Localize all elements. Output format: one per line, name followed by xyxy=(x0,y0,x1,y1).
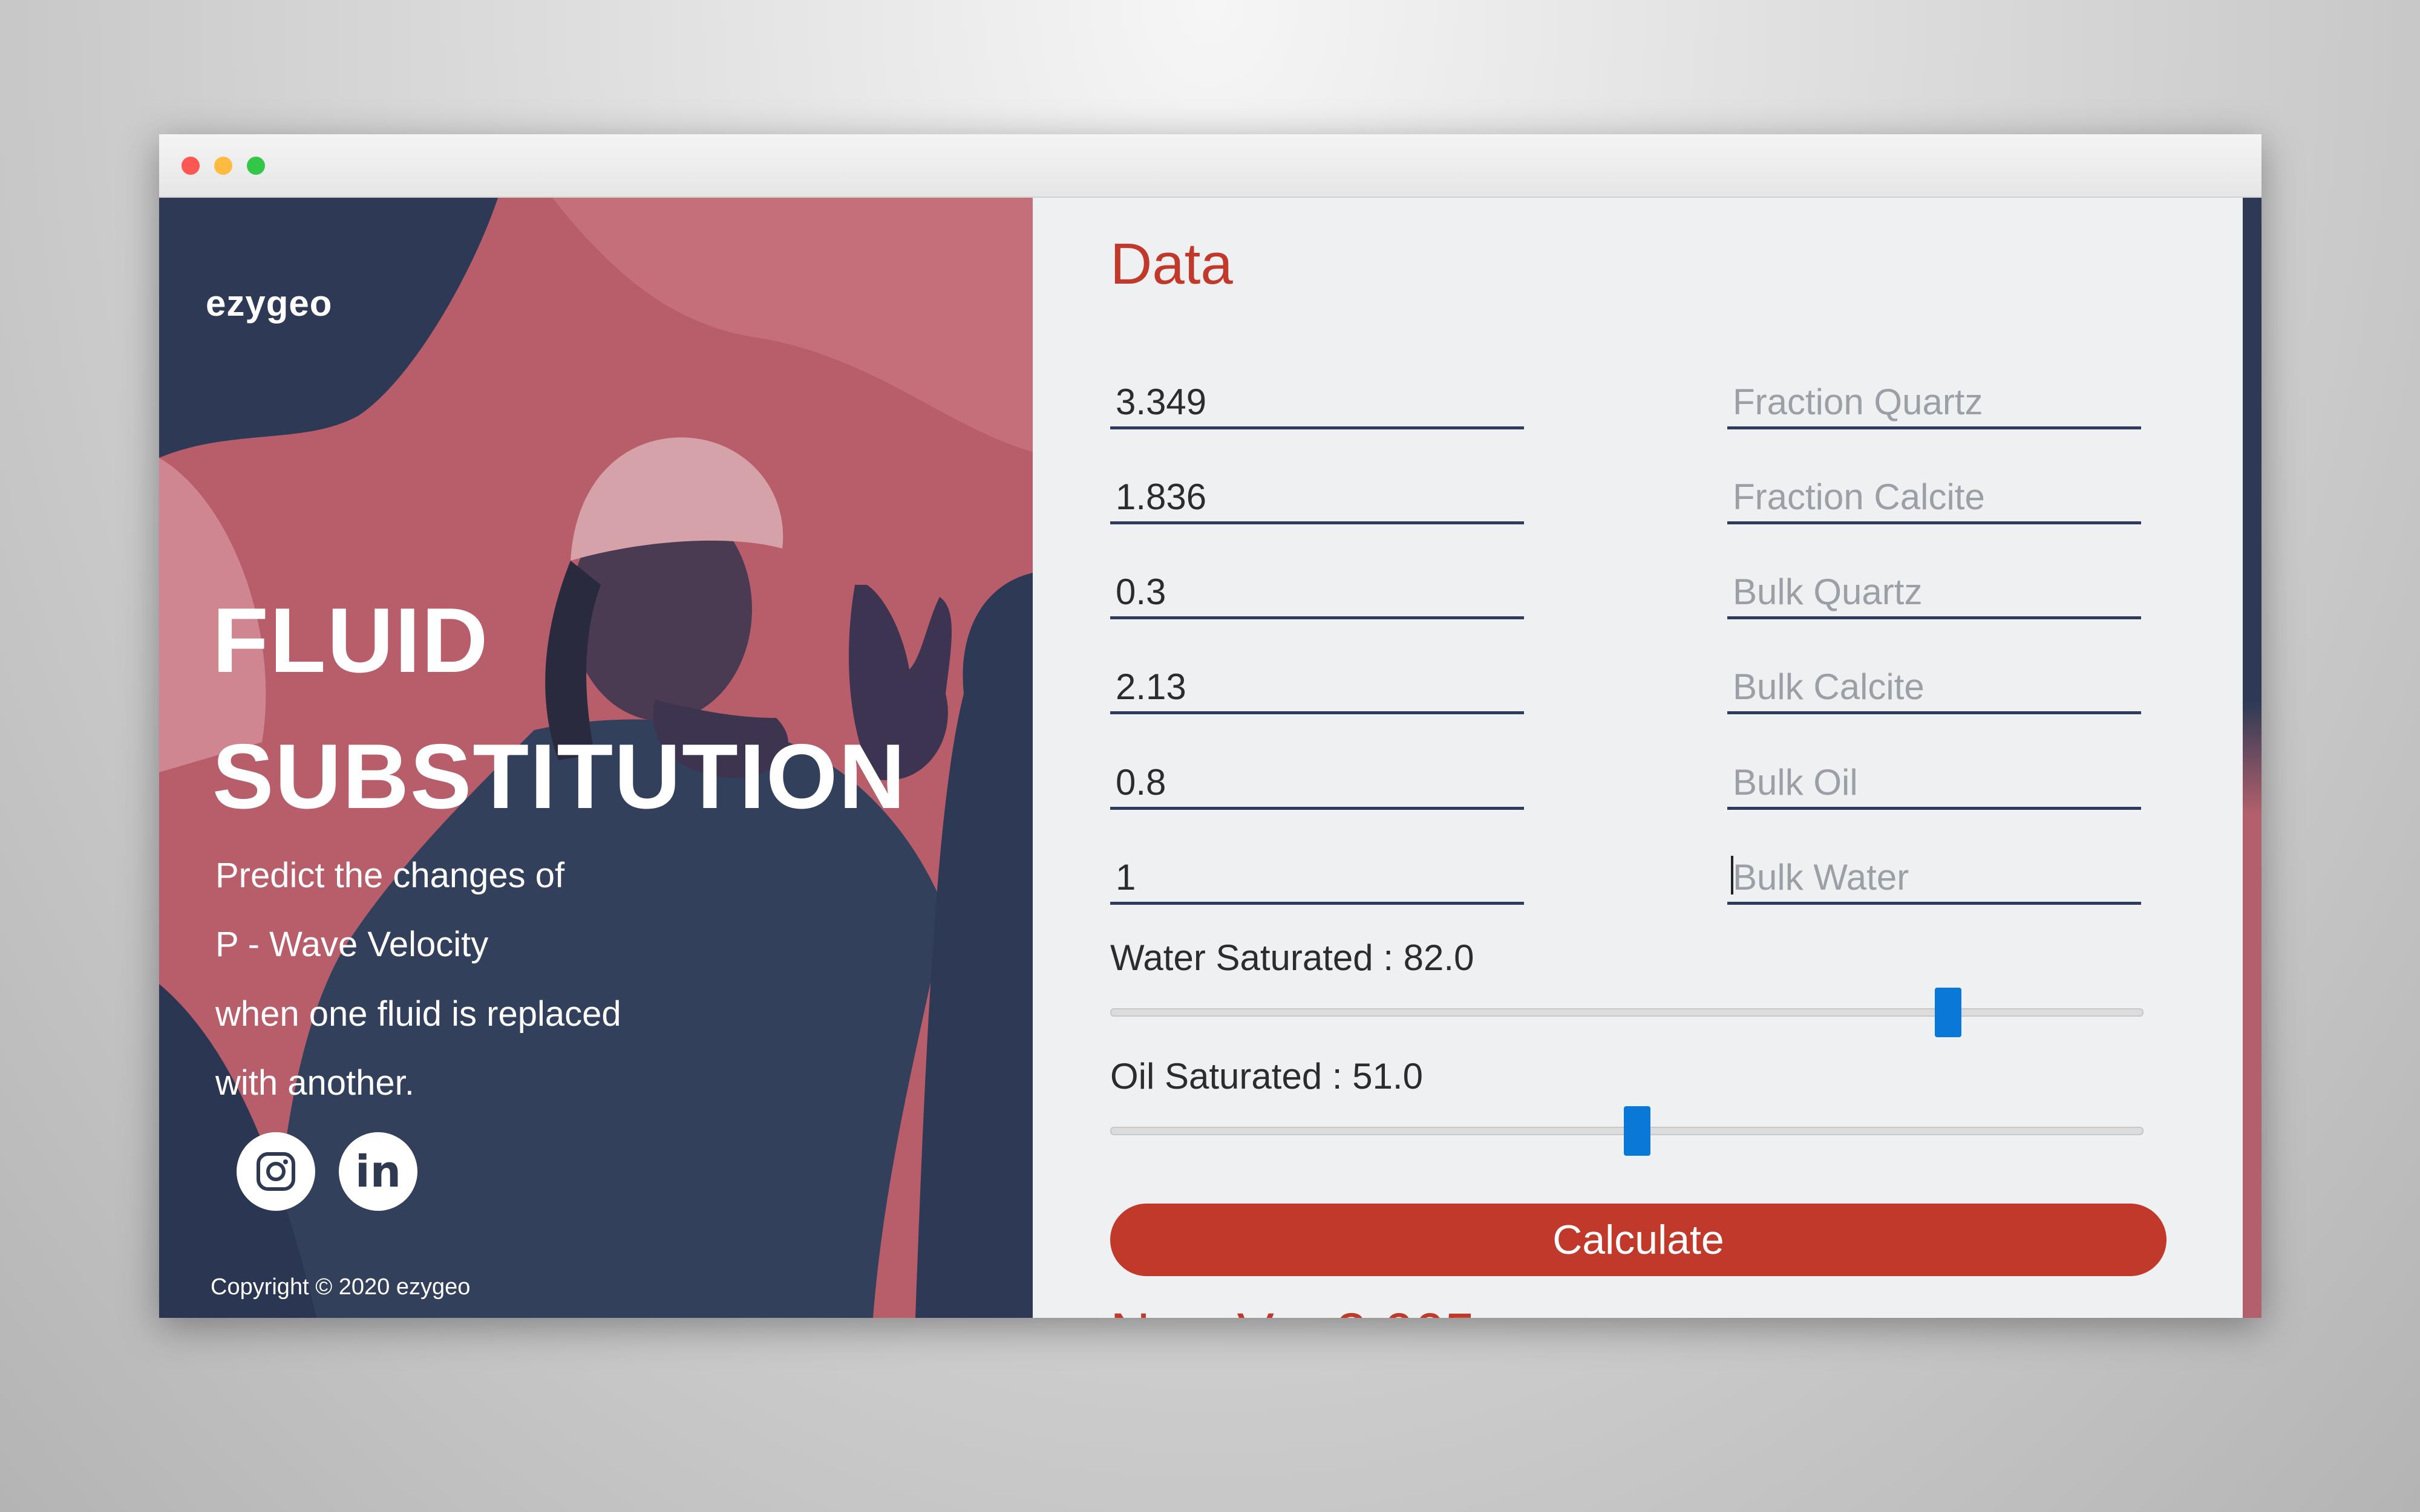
hero-title-line1: FLUID xyxy=(212,589,489,692)
slider-thumb[interactable] xyxy=(1623,1106,1650,1156)
window-edge-strip xyxy=(2243,198,2261,1318)
bulk-quartz-input[interactable]: Bulk Quartz xyxy=(1727,558,2141,619)
app-window: ezygeo FLUID SUBSTITUTION Predict the ch… xyxy=(159,134,2261,1318)
instagram-icon xyxy=(257,1152,295,1191)
water-saturated-slider[interactable] xyxy=(1110,988,2144,1037)
oil-saturated-slider[interactable] xyxy=(1110,1106,2144,1156)
bulk-oil-input[interactable]: Bulk Oil xyxy=(1727,749,2141,810)
fraction-calcite-input[interactable]: Fraction Calcite xyxy=(1727,463,2141,524)
result-text: New Vp: 3.665 xyxy=(1110,1302,1475,1318)
data-form-panel: Data 3.349 1.836 0.3 2.13 0.8 1 Fraction… xyxy=(1033,198,2243,1318)
input-field-3[interactable]: 0.3 xyxy=(1110,558,1524,619)
input-value: 0.3 xyxy=(1116,572,1166,612)
input-value: 2.13 xyxy=(1116,666,1186,707)
hero-title-line2: SUBSTITUTION xyxy=(212,725,907,828)
fraction-quartz-input[interactable]: Fraction Quartz xyxy=(1727,368,2141,429)
input-placeholder: Bulk Water xyxy=(1733,857,1909,898)
instagram-button[interactable] xyxy=(237,1132,315,1211)
form-title: Data xyxy=(1110,232,1233,296)
hero-tagline-line4: with another. xyxy=(215,1063,414,1103)
input-field-4[interactable]: 2.13 xyxy=(1110,653,1524,714)
input-field-1[interactable]: 3.349 xyxy=(1110,368,1524,429)
maximize-window-button[interactable] xyxy=(247,157,265,175)
hero-tagline-line2: P - Wave Velocity xyxy=(215,925,489,964)
bulk-calcite-input[interactable]: Bulk Calcite xyxy=(1727,653,2141,714)
input-placeholder: Bulk Quartz xyxy=(1733,572,1923,612)
input-placeholder: Fraction Quartz xyxy=(1733,382,1983,422)
input-placeholder: Bulk Calcite xyxy=(1733,666,1925,707)
input-value: 0.8 xyxy=(1116,762,1166,803)
title-bar xyxy=(159,134,2261,198)
input-value: 1 xyxy=(1116,857,1136,898)
linkedin-icon: in xyxy=(355,1146,401,1197)
input-value: 3.349 xyxy=(1116,382,1207,422)
input-value: 1.836 xyxy=(1116,477,1207,517)
input-field-5[interactable]: 0.8 xyxy=(1110,749,1524,810)
hero-tagline-line1: Predict the changes of xyxy=(215,856,565,895)
bulk-water-input[interactable]: Bulk Water xyxy=(1727,844,2141,905)
input-field-2[interactable]: 1.836 xyxy=(1110,463,1524,524)
oil-saturated-label: Oil Saturated : 51.0 xyxy=(1110,1056,1423,1097)
input-placeholder: Fraction Calcite xyxy=(1733,477,1985,517)
slider-thumb[interactable] xyxy=(1935,988,1962,1037)
copyright-text: Copyright © 2020 ezygeo xyxy=(211,1274,471,1300)
minimize-window-button[interactable] xyxy=(214,157,232,175)
input-field-6[interactable]: 1 xyxy=(1110,844,1524,905)
brand-logo: ezygeo xyxy=(206,283,333,324)
hero-tagline-line3: when one fluid is replaced xyxy=(215,994,621,1034)
calculate-button[interactable]: Calculate xyxy=(1110,1204,2167,1276)
input-placeholder: Bulk Oil xyxy=(1733,762,1858,803)
water-saturated-label: Water Saturated : 82.0 xyxy=(1110,937,1474,978)
linkedin-button[interactable]: in xyxy=(339,1132,417,1211)
close-window-button[interactable] xyxy=(182,157,200,175)
hero-panel: ezygeo FLUID SUBSTITUTION Predict the ch… xyxy=(159,198,1033,1318)
